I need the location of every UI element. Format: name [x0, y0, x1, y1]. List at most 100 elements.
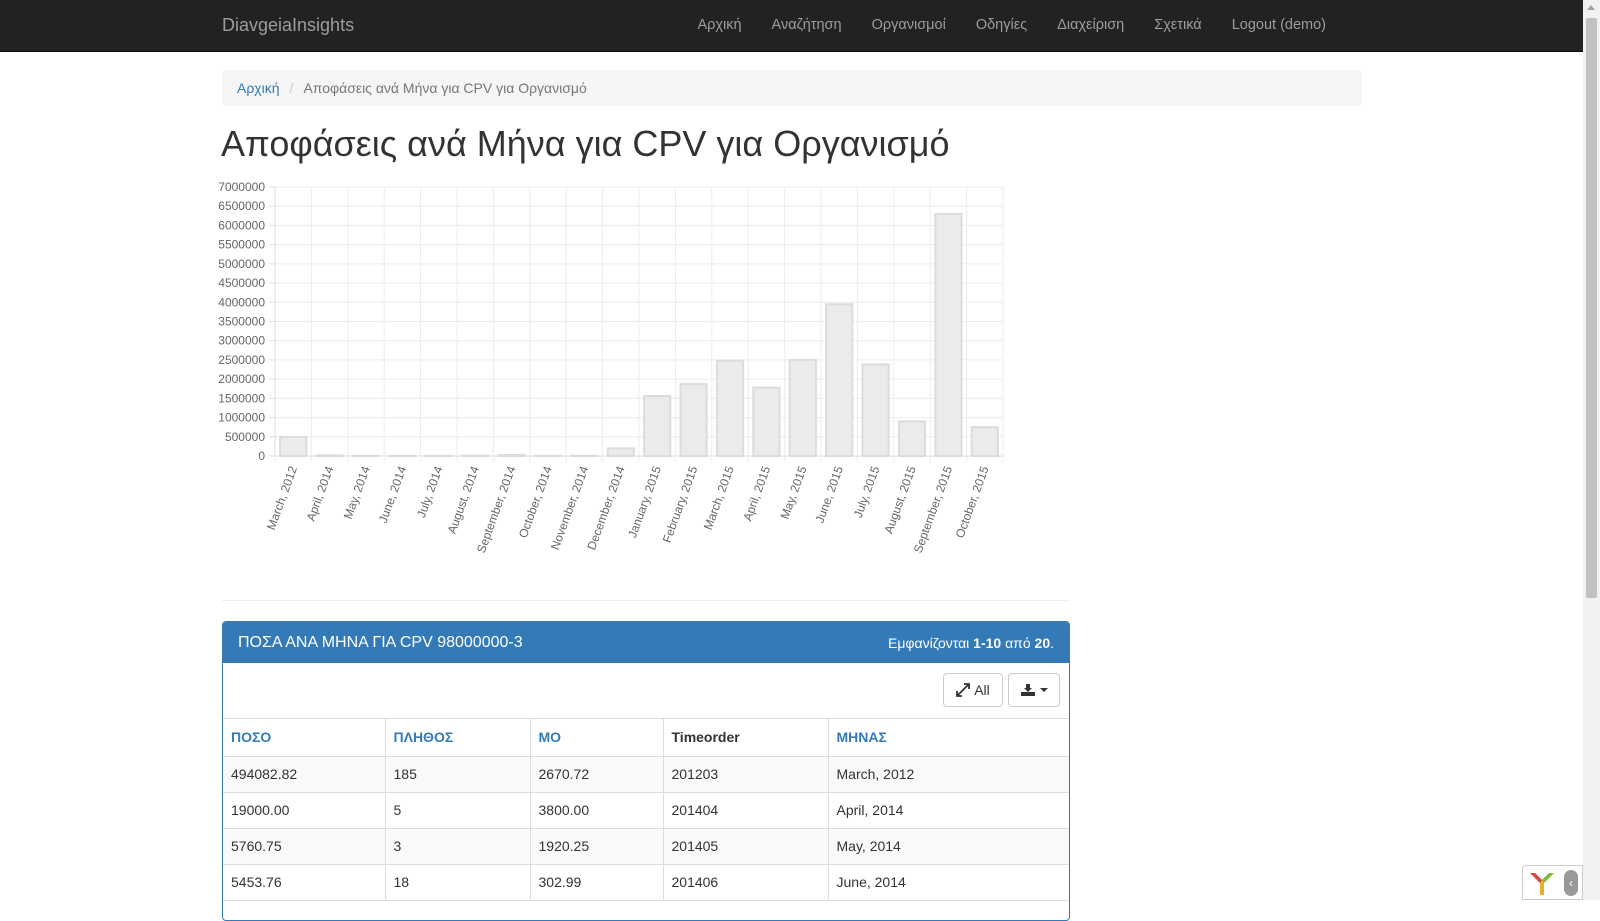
chart-bar	[862, 365, 888, 456]
page-title: Αποφάσεις ανά Μήνα για CPV για Οργανισμό	[221, 122, 950, 166]
table-cell: 201406	[663, 864, 828, 900]
table-cell: 201404	[663, 792, 828, 828]
table-row: 5453.76 18 302.99 201406 June, 2014	[223, 864, 1069, 900]
x-tick-label: October, 2015	[953, 464, 992, 540]
breadcrumb-separator: /	[280, 80, 304, 96]
x-tick-label: July, 2014	[414, 464, 446, 520]
chart-bar	[680, 384, 706, 456]
x-tick-label: April, 2015	[740, 464, 773, 523]
nav-item-search[interactable]: Αναζήτηση	[757, 0, 857, 50]
grid-toolbar: All	[223, 663, 1069, 719]
x-tick-label: November, 2014	[548, 464, 591, 552]
chart-bar	[899, 421, 925, 456]
x-tick-label: February, 2015	[660, 464, 701, 545]
x-tick-label: March, 2015	[701, 464, 737, 532]
y-tick-label: 2500000	[218, 353, 265, 367]
scroll-up-icon[interactable]	[1587, 5, 1595, 10]
export-dropdown-button[interactable]	[1008, 673, 1060, 707]
page-scrollbar[interactable]	[1583, 0, 1600, 900]
y-tick-label: 1000000	[218, 411, 265, 425]
column-header-amount[interactable]: ΠΟΣΟ	[223, 719, 385, 756]
amounts-panel: ΠΟΣΑ ΑΝΑ ΜΗΝΑ ΓΙΑ CPV 98000000-3 Εμφανίζ…	[222, 621, 1070, 921]
summary-prefix: Εμφανίζονται	[888, 635, 973, 651]
nav-item-admin[interactable]: Διαχείριση	[1042, 0, 1139, 50]
x-tick-label: March, 2012	[264, 464, 300, 532]
amounts-table: ΠΟΣΟ ΠΛΗΘΟΣ ΜΟ Timeorder ΜΗΝΑΣ 494082.82…	[223, 719, 1069, 901]
y-tick-label: 3500000	[218, 315, 265, 329]
y-tick-label: 5000000	[218, 257, 265, 271]
chevron-left-icon[interactable]: ‹	[1564, 870, 1578, 896]
top-navbar: DiavgeiaInsights Αρχική Αναζήτηση Οργανι…	[0, 0, 1583, 52]
x-tick-label: August, 2014	[445, 464, 482, 536]
expand-arrows-icon	[956, 683, 970, 697]
scrollbar-thumb[interactable]	[1586, 18, 1597, 598]
show-all-button[interactable]: All	[943, 673, 1003, 707]
nav-item-logout[interactable]: Logout (demo)	[1217, 0, 1341, 50]
chart-bar	[826, 304, 852, 456]
y-tick-label: 500000	[225, 430, 265, 444]
show-all-label: All	[974, 682, 990, 698]
table-row: 494082.82 185 2670.72 201203 March, 2012	[223, 756, 1069, 792]
nav-item-guides[interactable]: Οδηγίες	[961, 0, 1042, 50]
monthly-amount-bar-chart: 0 500000 1000000 1500000 2000000 2500000 30000…	[215, 176, 1015, 556]
y-tick-label: 2000000	[218, 372, 265, 386]
x-tick-label: April, 2014	[304, 464, 337, 523]
breadcrumb-current: Αποφάσεις ανά Μήνα για CPV για Οργανισμό	[303, 80, 586, 96]
x-tick-label: September, 2015	[911, 464, 956, 555]
table-cell: 5760.75	[223, 828, 385, 864]
x-tick-label: October, 2014	[516, 464, 555, 540]
summary-range: 1-10	[973, 635, 1001, 651]
brand-logo[interactable]: DiavgeiaInsights	[222, 15, 354, 35]
y-tick-label: 3000000	[218, 334, 265, 348]
nav-item-about[interactable]: Σχετικά	[1139, 0, 1216, 50]
y-tick-label: 4500000	[218, 276, 265, 290]
table-cell: May, 2014	[828, 828, 1069, 864]
y-tick-label: 1500000	[218, 391, 265, 405]
y-tick-label: 7000000	[218, 180, 265, 194]
table-cell: 3800.00	[530, 792, 663, 828]
y-tick-label: 4000000	[218, 295, 265, 309]
chart-bar	[717, 361, 743, 456]
table-cell: 201405	[663, 828, 828, 864]
x-tick-label: May, 2014	[341, 464, 373, 521]
nav-menu: Αρχική Αναζήτηση Οργανισμοί Οδηγίες Διαχ…	[682, 0, 1341, 50]
x-tick-label: December, 2014	[584, 464, 627, 552]
section-divider	[222, 600, 1070, 601]
table-cell: 18	[385, 864, 530, 900]
table-cell: 2670.72	[530, 756, 663, 792]
table-cell: 302.99	[530, 864, 663, 900]
x-tick-label: January, 2015	[625, 464, 664, 540]
breadcrumb-home-link[interactable]: Αρχική	[237, 80, 280, 96]
debug-toolbar-widget[interactable]: ‹	[1522, 865, 1583, 900]
export-icon	[1020, 683, 1036, 697]
nav-item-organizations[interactable]: Οργανισμοί	[857, 0, 961, 50]
x-tick-label: May, 2015	[778, 464, 810, 521]
y-tick-label: 5500000	[218, 238, 265, 252]
x-tick-label: July, 2015	[851, 464, 883, 520]
column-header-month[interactable]: ΜΗΝΑΣ	[828, 719, 1069, 756]
chart-bar	[644, 396, 670, 456]
chart-bar	[608, 448, 634, 456]
table-cell: 5453.76	[223, 864, 385, 900]
column-header-average[interactable]: ΜΟ	[530, 719, 663, 756]
chart-bar	[316, 455, 342, 456]
summary-total: 20	[1035, 635, 1051, 651]
y-tick-label: 6000000	[218, 218, 265, 232]
chart-bar	[972, 427, 998, 456]
table-cell: 5	[385, 792, 530, 828]
chart-bar	[280, 437, 306, 456]
panel-heading: ΠΟΣΑ ΑΝΑ ΜΗΝΑ ΓΙΑ CPV 98000000-3 Εμφανίζ…	[223, 622, 1069, 663]
x-tick-label: August, 2015	[881, 464, 918, 536]
x-tick-label: June, 2014	[376, 464, 410, 525]
summary-suffix: .	[1050, 635, 1054, 651]
y-tick-label: 0	[258, 449, 265, 463]
summary-mid: από	[1001, 635, 1034, 651]
table-row: 19000.00 5 3800.00 201404 April, 2014	[223, 792, 1069, 828]
table-cell: 1920.25	[530, 828, 663, 864]
nav-item-home[interactable]: Αρχική	[682, 0, 756, 50]
x-tick-label: September, 2014	[474, 464, 519, 555]
pagination-summary: Εμφανίζονται 1-10 από 20.	[888, 635, 1054, 651]
panel-title: ΠΟΣΑ ΑΝΑ ΜΗΝΑ ΓΙΑ CPV 98000000-3	[238, 634, 523, 652]
table-cell: 494082.82	[223, 756, 385, 792]
column-header-count[interactable]: ΠΛΗΘΟΣ	[385, 719, 530, 756]
